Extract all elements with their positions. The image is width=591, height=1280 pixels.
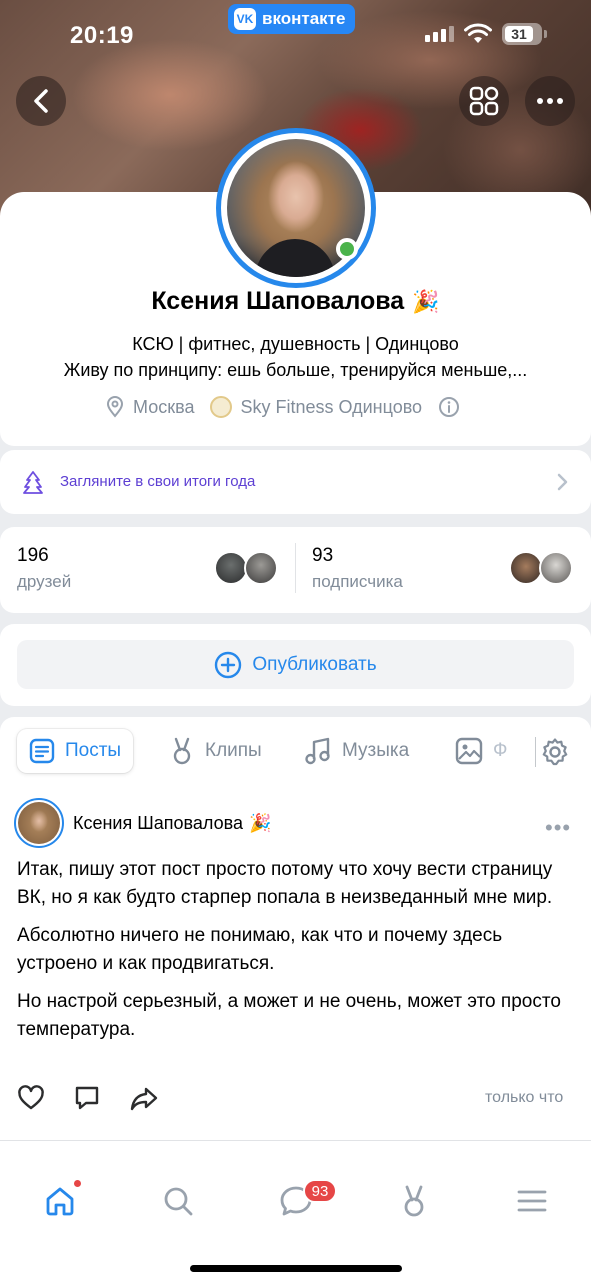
- post-author-avatar[interactable]: [14, 798, 64, 848]
- publish-label: Опубликовать: [252, 653, 377, 675]
- tab-photos-label: Ф: [493, 740, 508, 761]
- location-pin-icon: [106, 396, 124, 418]
- post-actions: [17, 1084, 159, 1112]
- clips-icon: [404, 1185, 424, 1217]
- status-time: 20:19: [70, 22, 134, 49]
- online-indicator: [336, 238, 358, 260]
- app-pill[interactable]: VK вконтакте: [228, 4, 356, 34]
- profile-meta: Москва Sky Fitness Одинцово: [105, 396, 460, 418]
- chevron-left-icon: [34, 89, 48, 113]
- post-author-name: Ксения Шаповалова: [73, 813, 243, 833]
- battery-icon: 31: [502, 23, 542, 45]
- party-emoji-icon[interactable]: 🎉: [412, 289, 439, 315]
- posts-icon: [29, 738, 55, 764]
- grid-icon: [469, 86, 499, 116]
- gym-logo-icon: [210, 396, 233, 418]
- tab-photos[interactable]: Ф: [455, 729, 507, 773]
- add-circle-icon: [215, 651, 242, 678]
- post-paragraph: Абсолютно ничего не понимаю, как что и п…: [17, 925, 503, 974]
- publish-button[interactable]: Опубликовать: [17, 640, 574, 689]
- app-pill-label: вконтакте: [262, 9, 346, 28]
- follower-avatar: [509, 551, 543, 585]
- post-more-button[interactable]: •••: [545, 815, 571, 841]
- tab-music[interactable]: Музыка: [304, 729, 409, 773]
- clips-icon: [173, 737, 191, 765]
- year-summary-text: Загляните в свои итоги года: [60, 473, 256, 490]
- photo-icon: [455, 737, 483, 765]
- profile-name-text: Ксения Шаповалова: [151, 287, 405, 315]
- tab-clips[interactable]: Клипы: [169, 729, 262, 773]
- friend-avatar: [214, 551, 248, 585]
- search-icon: [164, 1187, 193, 1216]
- wifi-icon: [464, 23, 492, 43]
- messages-badge: 93: [303, 1179, 337, 1203]
- tab-clips-label: Клипы: [205, 740, 262, 761]
- info-icon[interactable]: [438, 396, 460, 418]
- music-note-icon: [305, 737, 330, 765]
- tab-posts-label: Посты: [65, 740, 122, 761]
- friend-avatar: [244, 551, 278, 585]
- more-horizontal-icon: [537, 98, 563, 104]
- publish-card: Опубликовать: [0, 624, 591, 706]
- gear-icon[interactable]: [540, 737, 570, 767]
- profile-avatar[interactable]: [216, 128, 376, 288]
- battery-level: 31: [505, 26, 533, 42]
- nav-search[interactable]: [158, 1181, 198, 1221]
- menu-icon: [517, 1190, 547, 1212]
- nav-clips[interactable]: [394, 1181, 434, 1221]
- content-tabs: Посты Клипы Музыка Ф: [17, 729, 591, 773]
- profile-name: Ксения Шаповалова 🎉: [0, 287, 591, 316]
- profile-city: Москва: [133, 396, 195, 417]
- stats-card: 196 друзей 93 подписчика: [0, 527, 591, 613]
- share-icon[interactable]: [129, 1084, 159, 1112]
- followers-count[interactable]: 93: [312, 545, 333, 567]
- post-paragraph: Но настрой серьезный, а может и не очень…: [17, 991, 561, 1040]
- friends-label[interactable]: друзей: [17, 572, 71, 592]
- post-paragraph: Итак, пишу этот пост просто потому что х…: [17, 859, 553, 908]
- followers-label[interactable]: подписчика: [312, 572, 403, 592]
- profile-workplace[interactable]: Sky Fitness Одинцово: [240, 397, 422, 418]
- party-emoji-icon: 🎉: [248, 813, 272, 833]
- bottom-nav: 93: [0, 1140, 591, 1280]
- follower-avatar: [539, 551, 573, 585]
- nav-menu[interactable]: [512, 1181, 552, 1221]
- status-bar: 20:19 VK вконтакте 31: [0, 0, 591, 70]
- vk-logo-icon: VK: [234, 8, 256, 30]
- home-indicator: [190, 1265, 402, 1272]
- notification-dot: [73, 1179, 82, 1188]
- tab-music-label: Музыка: [342, 740, 410, 761]
- year-summary-banner[interactable]: Загляните в свои итоги года: [0, 450, 591, 514]
- cellular-signal-icon: [425, 26, 454, 42]
- services-button[interactable]: [459, 76, 509, 126]
- tree-icon: [23, 471, 43, 494]
- post-time: только что: [485, 1089, 564, 1106]
- more-button[interactable]: [525, 76, 575, 126]
- profile-about[interactable]: Живу по принципу: ешь больше, тренируйся…: [0, 360, 591, 381]
- post-text: Итак, пишу этот пост просто потому что х…: [17, 856, 577, 1054]
- comment-icon[interactable]: [73, 1084, 101, 1112]
- home-icon: [46, 1187, 74, 1216]
- tab-posts[interactable]: Посты: [17, 729, 134, 773]
- like-heart-icon[interactable]: [17, 1084, 45, 1112]
- chevron-right-icon: [557, 473, 568, 491]
- post-author[interactable]: Ксения Шаповалова 🎉: [73, 813, 271, 834]
- profile-status: КСЮ | фитнес, душевность | Одинцово: [132, 334, 459, 354]
- friends-count[interactable]: 196: [17, 545, 49, 567]
- back-button[interactable]: [16, 76, 66, 126]
